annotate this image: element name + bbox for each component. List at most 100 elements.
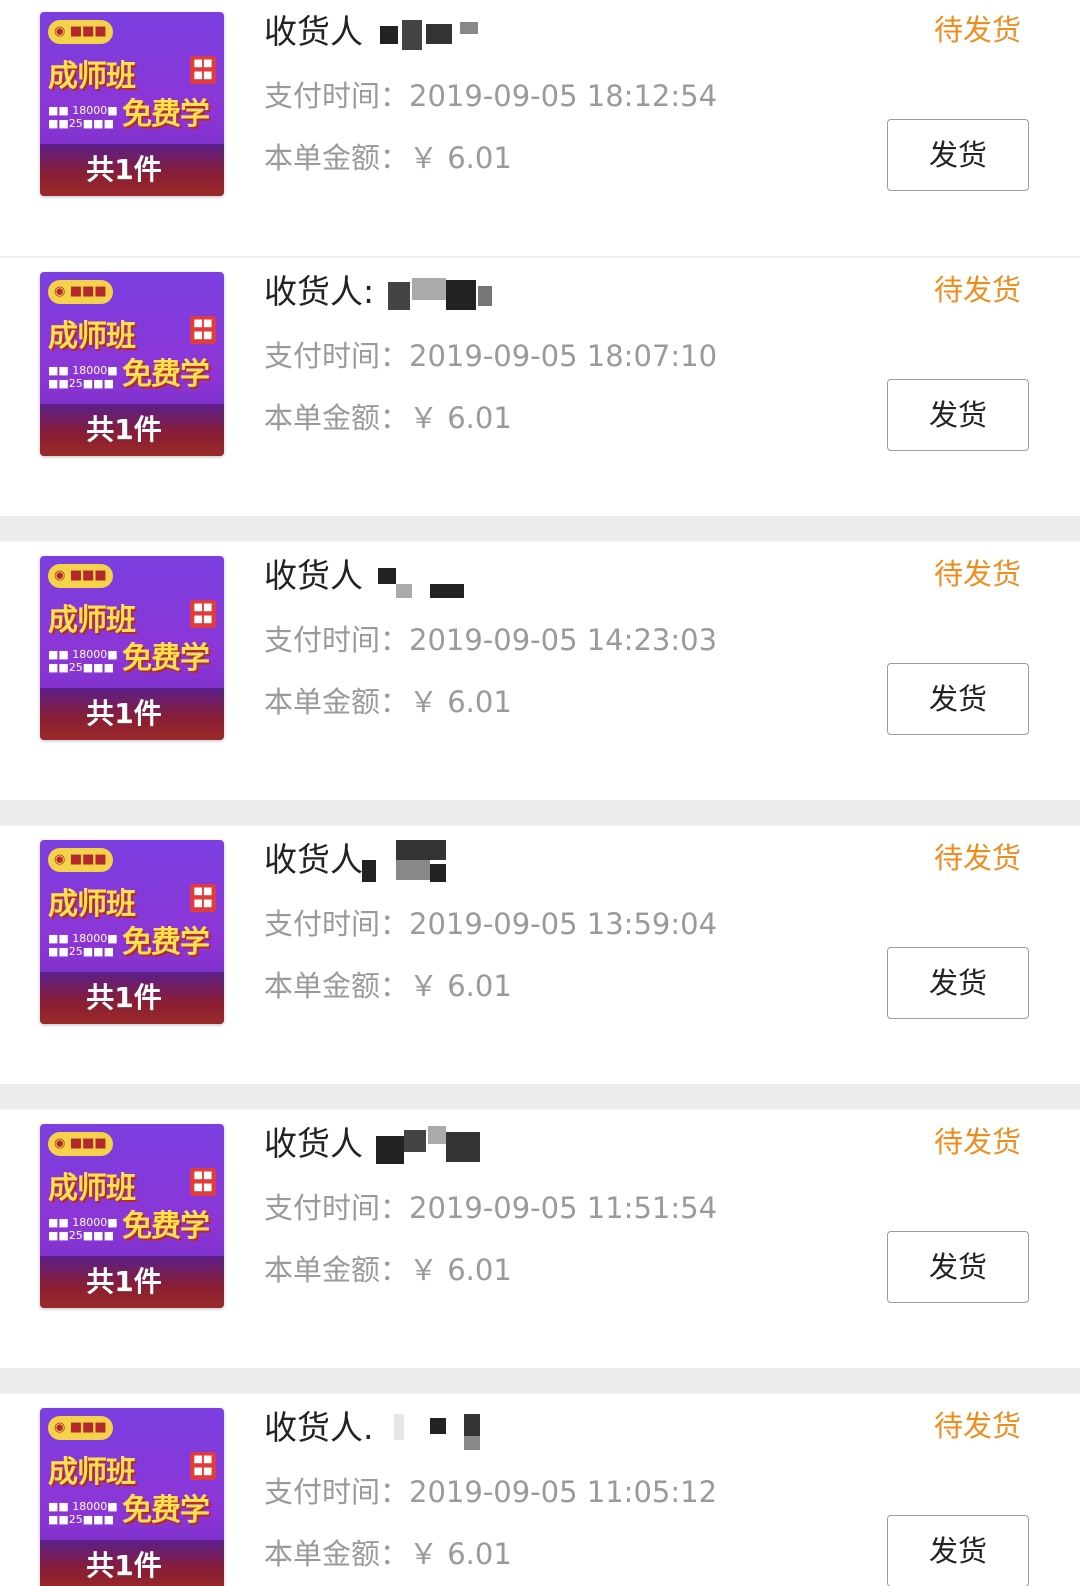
- thumbnail-title: 成师班: [48, 319, 136, 354]
- redaction-block: [460, 22, 478, 34]
- order-amount: 本单金额：￥ 6.01: [264, 138, 512, 178]
- order-amount: 本单金额：￥ 6.01: [264, 682, 512, 722]
- item-count: 共1件: [86, 697, 162, 730]
- product-thumbnail[interactable]: ◉ ■■■ ■■ ■■ 成师班 ■■ 18000■ ■■25■■■ 免费学 共1件: [40, 272, 224, 456]
- order-amount: 本单金额：￥ 6.01: [264, 966, 512, 1006]
- order-amount-label: 本单金额：: [264, 685, 410, 719]
- thumbnail-note: ■■ 18000■ ■■25■■■: [48, 1216, 118, 1242]
- redaction-block: [430, 584, 464, 598]
- order-amount-value: ￥ 6.01: [409, 1253, 512, 1287]
- order-card[interactable]: ◉ ■■■ ■■ ■■ 成师班 ■■ 18000■ ■■25■■■ 免费学 共1件 …: [0, 0, 1080, 256]
- ship-button[interactable]: 发货: [887, 947, 1029, 1019]
- order-amount-label: 本单金额：: [264, 1253, 410, 1287]
- order-amount-value: ￥ 6.01: [409, 141, 512, 175]
- ship-button[interactable]: 发货: [887, 1515, 1029, 1586]
- order-amount: 本单金额：￥ 6.01: [264, 1534, 512, 1574]
- recipient-label: 收货人: [264, 840, 363, 879]
- payment-time-value: 2019-09-05 18:12:54: [409, 79, 718, 113]
- order-amount-value: ￥ 6.01: [409, 969, 512, 1003]
- order-amount: 本单金额：￥ 6.01: [264, 1250, 512, 1290]
- payment-time-value: 2019-09-05 11:05:12: [409, 1475, 718, 1509]
- order-status: 待发货: [934, 1125, 1022, 1159]
- payment-time-value: 2019-09-05 18:07:10: [409, 339, 718, 373]
- redaction-block: [404, 1130, 426, 1152]
- thumbnail-subtitle: 免费学: [122, 97, 210, 132]
- order-card[interactable]: ◉ ■■■ ■■ ■■ 成师班 ■■ 18000■ ■■25■■■ 免费学 共1件 …: [0, 1109, 1080, 1368]
- redaction-block: [446, 1132, 480, 1162]
- redaction-block: [388, 282, 410, 310]
- item-count: 共1件: [86, 153, 162, 186]
- order-status: 待发货: [934, 13, 1022, 47]
- product-thumbnail[interactable]: ◉ ■■■ ■■ ■■ 成师班 ■■ 18000■ ■■25■■■ 免费学 共1件: [40, 12, 224, 196]
- payment-time-label: 支付时间：: [264, 1191, 410, 1225]
- payment-time-label: 支付时间：: [264, 339, 410, 373]
- thumbnail-note: ■■ 18000■ ■■25■■■: [48, 648, 118, 674]
- thumbnail-logo: ◉ ■■■: [48, 280, 113, 304]
- thumbnail-subtitle: 免费学: [122, 1209, 210, 1244]
- recipient-label: 收货人: [264, 12, 363, 51]
- item-count: 共1件: [86, 1549, 162, 1582]
- thumbnail-note: ■■ 18000■ ■■25■■■: [48, 1500, 118, 1526]
- payment-time: 支付时间：2019-09-05 18:07:10: [264, 336, 717, 376]
- recipient: 收货人: [264, 556, 464, 598]
- item-count: 共1件: [86, 1265, 162, 1298]
- redaction-block: [396, 584, 412, 598]
- product-thumbnail[interactable]: ◉ ■■■ ■■ ■■ 成师班 ■■ 18000■ ■■25■■■ 免费学 共1件: [40, 840, 224, 1024]
- recipient: 收货人: [264, 12, 478, 52]
- order-amount-value: ￥ 6.01: [409, 401, 512, 435]
- order-list[interactable]: ◉ ■■■ ■■ ■■ 成师班 ■■ 18000■ ■■25■■■ 免费学 共1件 …: [0, 0, 1080, 1586]
- order-card[interactable]: ◉ ■■■ ■■ ■■ 成师班 ■■ 18000■ ■■25■■■ 免费学 共1件 …: [0, 1393, 1080, 1586]
- product-thumbnail[interactable]: ◉ ■■■ ■■ ■■ 成师班 ■■ 18000■ ■■25■■■ 免费学 共1件: [40, 1408, 224, 1586]
- item-count: 共1件: [86, 981, 162, 1014]
- recipient: 收货人:: [264, 272, 492, 312]
- thumbnail-logo: ◉ ■■■: [48, 848, 113, 872]
- order-card[interactable]: ◉ ■■■ ■■ ■■ 成师班 ■■ 18000■ ■■25■■■ 免费学 共1件 …: [0, 541, 1080, 800]
- thumbnail-logo: ◉ ■■■: [48, 1416, 113, 1440]
- redaction-block: [394, 1414, 404, 1440]
- item-count: 共1件: [86, 413, 162, 446]
- order-card[interactable]: ◉ ■■■ ■■ ■■ 成师班 ■■ 18000■ ■■25■■■ 免费学 共1件 …: [0, 825, 1080, 1084]
- payment-time: 支付时间：2019-09-05 11:51:54: [264, 1188, 717, 1228]
- thumbnail-subtitle: 免费学: [122, 357, 210, 392]
- payment-time-value: 2019-09-05 11:51:54: [409, 1191, 718, 1225]
- redaction-block: [446, 280, 476, 310]
- recipient-label: 收货人: [264, 556, 363, 595]
- redaction-block: [362, 860, 376, 882]
- ship-button[interactable]: 发货: [887, 119, 1029, 191]
- recipient-name-redacted: [388, 272, 518, 316]
- thumbnail-title: 成师班: [48, 1455, 136, 1490]
- product-thumbnail[interactable]: ◉ ■■■ ■■ ■■ 成师班 ■■ 18000■ ■■25■■■ 免费学 共1件: [40, 1124, 224, 1308]
- order-amount-label: 本单金额：: [264, 401, 410, 435]
- recipient-name-redacted: [380, 12, 510, 56]
- recipient-label: 收货人.: [264, 1408, 374, 1447]
- payment-time: 支付时间：2019-09-05 13:59:04: [264, 904, 717, 944]
- payment-time: 支付时间：2019-09-05 14:23:03: [264, 620, 717, 660]
- redaction-block: [464, 1436, 480, 1450]
- payment-time: 支付时间：2019-09-05 18:12:54: [264, 76, 717, 116]
- payment-time-label: 支付时间：: [264, 79, 410, 113]
- ship-button[interactable]: 发货: [887, 663, 1029, 735]
- thumbnail-logo: ◉ ■■■: [48, 20, 113, 44]
- recipient-name-redacted: [362, 840, 492, 884]
- order-amount-label: 本单金额：: [264, 1537, 410, 1571]
- payment-time-label: 支付时间：: [264, 623, 410, 657]
- redaction-block: [426, 24, 452, 44]
- payment-time: 支付时间：2019-09-05 11:05:12: [264, 1472, 717, 1512]
- redaction-block: [428, 1126, 446, 1144]
- ship-button[interactable]: 发货: [887, 379, 1029, 451]
- redaction-block: [430, 864, 446, 882]
- order-amount-label: 本单金额：: [264, 969, 410, 1003]
- redaction-block: [396, 860, 430, 880]
- thumbnail-subtitle: 免费学: [122, 925, 210, 960]
- payment-time-value: 2019-09-05 13:59:04: [409, 907, 718, 941]
- recipient-name-redacted: [378, 556, 508, 600]
- order-status: 待发货: [934, 841, 1022, 875]
- recipient-label: 收货人:: [264, 272, 375, 311]
- recipient: 收货人.: [264, 1408, 480, 1450]
- recipient: 收货人: [264, 840, 446, 882]
- order-status: 待发货: [934, 273, 1022, 307]
- order-card[interactable]: ◉ ■■■ ■■ ■■ 成师班 ■■ 18000■ ■■25■■■ 免费学 共1件 …: [0, 257, 1080, 516]
- product-thumbnail[interactable]: ◉ ■■■ ■■ ■■ 成师班 ■■ 18000■ ■■25■■■ 免费学 共1件: [40, 556, 224, 740]
- order-amount-label: 本单金额：: [264, 141, 410, 175]
- ship-button[interactable]: 发货: [887, 1231, 1029, 1303]
